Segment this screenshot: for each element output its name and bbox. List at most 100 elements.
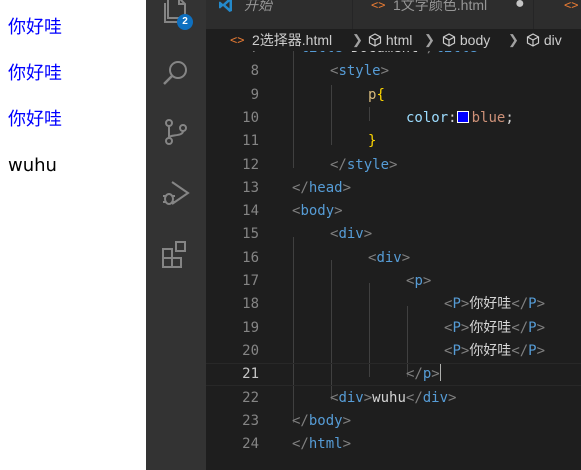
- code-line[interactable]: 18 <P>你好哇</P>: [206, 293, 581, 316]
- breadcrumb: <> 2选择器.html ❯ html ❯ body ❯ div: [206, 29, 581, 51]
- code-text: }: [368, 130, 376, 153]
- vscode-window: 2 开始 <> 1文字颜色.html ● <> <> 2选择器.html ❯ h…: [146, 0, 581, 470]
- code-token: style: [338, 63, 381, 80]
- code-text: <div>: [368, 247, 410, 270]
- code-line[interactable]: 23 </body>: [206, 410, 581, 433]
- line-number: 9: [250, 86, 259, 103]
- html-file-icon: <>: [371, 0, 386, 12]
- chevron-right-icon: ❯: [508, 32, 519, 47]
- code-token: </: [330, 156, 347, 173]
- code-line[interactable]: 21 </p>: [206, 363, 581, 387]
- code-token: P: [452, 296, 461, 313]
- code-token: div: [422, 389, 449, 406]
- line-number: 14: [242, 203, 259, 220]
- code-token: </: [406, 366, 423, 383]
- code-token: >: [363, 226, 373, 243]
- line-number: 11: [242, 133, 259, 150]
- code-token: 你好哇: [469, 319, 512, 336]
- line-number: 23: [242, 412, 259, 429]
- code-token: >: [422, 273, 432, 289]
- code-text: color: blue;: [406, 107, 514, 130]
- breadcrumb-item[interactable]: body: [442, 30, 490, 50]
- code-line[interactable]: 14 <body>: [206, 200, 581, 223]
- code-token: :: [448, 109, 457, 126]
- tab-file[interactable]: <> 1文字颜色.html ●: [353, 0, 534, 29]
- activity-bar: 2: [146, 0, 206, 470]
- tab-file[interactable]: <>: [534, 0, 581, 29]
- line-number: 15: [242, 226, 259, 243]
- search-icon[interactable]: [160, 57, 192, 89]
- line-number: 20: [242, 342, 259, 359]
- element-cube-icon: [526, 33, 540, 47]
- code-token: >: [363, 389, 373, 406]
- tab-start[interactable]: 开始: [206, 0, 353, 29]
- line-number: 18: [242, 296, 259, 313]
- code-token: title: [435, 51, 477, 56]
- code-token: </: [511, 342, 529, 359]
- code-token: >: [334, 203, 343, 220]
- code-line[interactable]: 24 </html>: [206, 433, 581, 456]
- tab-label: 1文字颜色.html: [393, 0, 488, 13]
- breadcrumb-item[interactable]: div: [526, 30, 562, 50]
- code-token: body: [300, 203, 335, 220]
- code-token: >: [477, 51, 485, 56]
- code-token: blue: [471, 109, 506, 126]
- preview-paragraph: 你好哇: [8, 17, 62, 38]
- code-text: <p>: [406, 270, 431, 293]
- code-line[interactable]: 12 </style>: [206, 154, 581, 177]
- code-line[interactable]: 17 <p>: [206, 270, 581, 293]
- code-token: P: [528, 319, 537, 336]
- line-number: 13: [242, 179, 259, 196]
- line-number: 16: [242, 249, 259, 266]
- code-line[interactable]: 15 <div>: [206, 223, 581, 246]
- code-token: >: [342, 179, 352, 196]
- code-token: }: [368, 133, 377, 150]
- code-token: </: [511, 296, 529, 313]
- code-text: <P>你好哇</P>: [444, 317, 545, 340]
- code-line[interactable]: 13 </head>: [206, 177, 581, 200]
- preview-div-text: wuhu: [8, 155, 57, 176]
- code-line[interactable]: 11}: [206, 130, 581, 153]
- code-text: <div>: [330, 223, 372, 246]
- line-number: 17: [242, 273, 259, 289]
- source-control-icon[interactable]: [160, 116, 192, 148]
- code-token: div: [338, 226, 364, 243]
- code-token: div: [338, 389, 364, 406]
- code-token: div: [376, 249, 402, 266]
- code-token: wuhu: [372, 389, 406, 406]
- code-token: >: [448, 389, 457, 406]
- code-line[interactable]: 19 <P>你好哇</P>: [206, 317, 581, 340]
- vscode-logo-icon: [219, 0, 232, 12]
- unsaved-dot-icon[interactable]: ●: [515, 0, 525, 12]
- code-text: </p>: [406, 364, 441, 385]
- code-line[interactable]: 20 <P>你好哇</P>: [206, 340, 581, 363]
- breadcrumb-item[interactable]: html: [368, 30, 412, 50]
- code-token: 你好哇: [469, 296, 512, 313]
- html-file-icon: <>: [230, 33, 245, 47]
- code-line[interactable]: 9 p{: [206, 84, 581, 107]
- extensions-icon[interactable]: [160, 238, 192, 270]
- code-token: P: [452, 342, 461, 359]
- element-cube-icon: [442, 33, 456, 47]
- code-line[interactable]: 22 <div>wuhu</div>: [206, 387, 581, 410]
- line-number: 10: [242, 109, 259, 126]
- chevron-right-icon: ❯: [424, 32, 435, 47]
- code-token: </: [292, 436, 309, 453]
- code-token: >: [389, 156, 398, 173]
- element-cube-icon: [368, 33, 382, 47]
- text-cursor: [439, 364, 441, 382]
- breadcrumb-file[interactable]: 2选择器.html: [252, 30, 332, 50]
- code-editor[interactable]: 7<title>Document</title>8<style>9p{10col…: [206, 51, 581, 470]
- code-line[interactable]: 7 <title>Document</title>: [206, 51, 581, 60]
- line-number: 7: [206, 51, 259, 60]
- code-token: title: [300, 51, 342, 56]
- code-token: head: [308, 179, 343, 196]
- code-line[interactable]: 10 color: blue;: [206, 107, 581, 130]
- code-token: ;: [505, 109, 514, 126]
- code-line[interactable]: 16 <div>: [206, 247, 581, 270]
- color-swatch-icon[interactable]: [456, 110, 469, 123]
- explorer-badge: 2: [177, 14, 193, 30]
- run-debug-icon[interactable]: [160, 177, 192, 209]
- code-line[interactable]: 8 <style>: [206, 60, 581, 83]
- code-token: {: [376, 86, 385, 103]
